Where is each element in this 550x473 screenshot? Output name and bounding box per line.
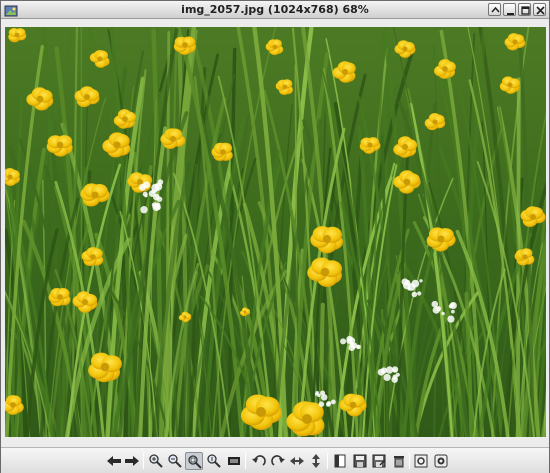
preferences-button[interactable] [412, 452, 430, 470]
arrow-right-icon [125, 456, 139, 466]
next-image-button[interactable] [123, 452, 141, 470]
zoom-out-button[interactable] [166, 452, 184, 470]
flip-vertical-button[interactable] [307, 452, 325, 470]
window-title: img_2057.jpg (1024x768) 68% [181, 3, 369, 16]
open-file-icon [334, 454, 346, 468]
meadow-photo [5, 27, 546, 437]
zoom-in-icon [149, 454, 163, 468]
zoom-out-icon [168, 454, 182, 468]
rotate-right-icon [271, 455, 285, 466]
fullscreen-icon [228, 457, 240, 465]
fullscreen-button[interactable] [225, 452, 243, 470]
shade-button[interactable] [488, 3, 501, 16]
rotate-left-icon [252, 455, 266, 466]
maximize-icon [521, 6, 530, 15]
toolbar-separator [245, 453, 246, 469]
minimize-icon [507, 13, 514, 15]
minimize-button[interactable] [503, 3, 516, 16]
maximize-button[interactable] [518, 3, 531, 16]
zoom-fit-icon [188, 455, 202, 469]
preferences-icon [414, 454, 428, 468]
shade-icon [491, 6, 500, 13]
save-button[interactable] [351, 452, 369, 470]
zoom-fit-button[interactable] [185, 452, 203, 470]
rotate-left-button[interactable] [250, 452, 268, 470]
toolbar-separator [409, 453, 410, 469]
quit-button[interactable] [432, 452, 450, 470]
flip-horizontal-button[interactable] [288, 452, 306, 470]
close-button[interactable] [533, 3, 546, 16]
toolbar [1, 447, 549, 473]
flip-vertical-icon [312, 454, 320, 468]
rotate-right-button[interactable] [269, 452, 287, 470]
buttercup-flower [48, 288, 71, 307]
zoom-in-button[interactable] [147, 452, 165, 470]
delete-button[interactable] [390, 452, 408, 470]
close-icon [536, 6, 545, 15]
trash-icon [394, 456, 404, 468]
save-icon [353, 454, 367, 468]
open-file-button[interactable] [331, 452, 349, 470]
zoom-original-icon [207, 454, 221, 468]
zoom-original-button[interactable] [205, 452, 223, 470]
save-as-icon [372, 454, 386, 468]
toolbar-separator [327, 453, 328, 469]
arrow-left-icon [107, 456, 121, 466]
image-canvas[interactable] [5, 27, 546, 437]
image-viewer-window: img_2057.jpg (1024x768) 68% [0, 0, 550, 473]
save-as-button[interactable] [370, 452, 388, 470]
toolbar-separator [143, 453, 144, 469]
flip-horizontal-icon [290, 457, 304, 465]
previous-image-button[interactable] [105, 452, 123, 470]
title-bar[interactable]: img_2057.jpg (1024x768) 68% [1, 1, 549, 19]
power-icon [434, 454, 448, 468]
